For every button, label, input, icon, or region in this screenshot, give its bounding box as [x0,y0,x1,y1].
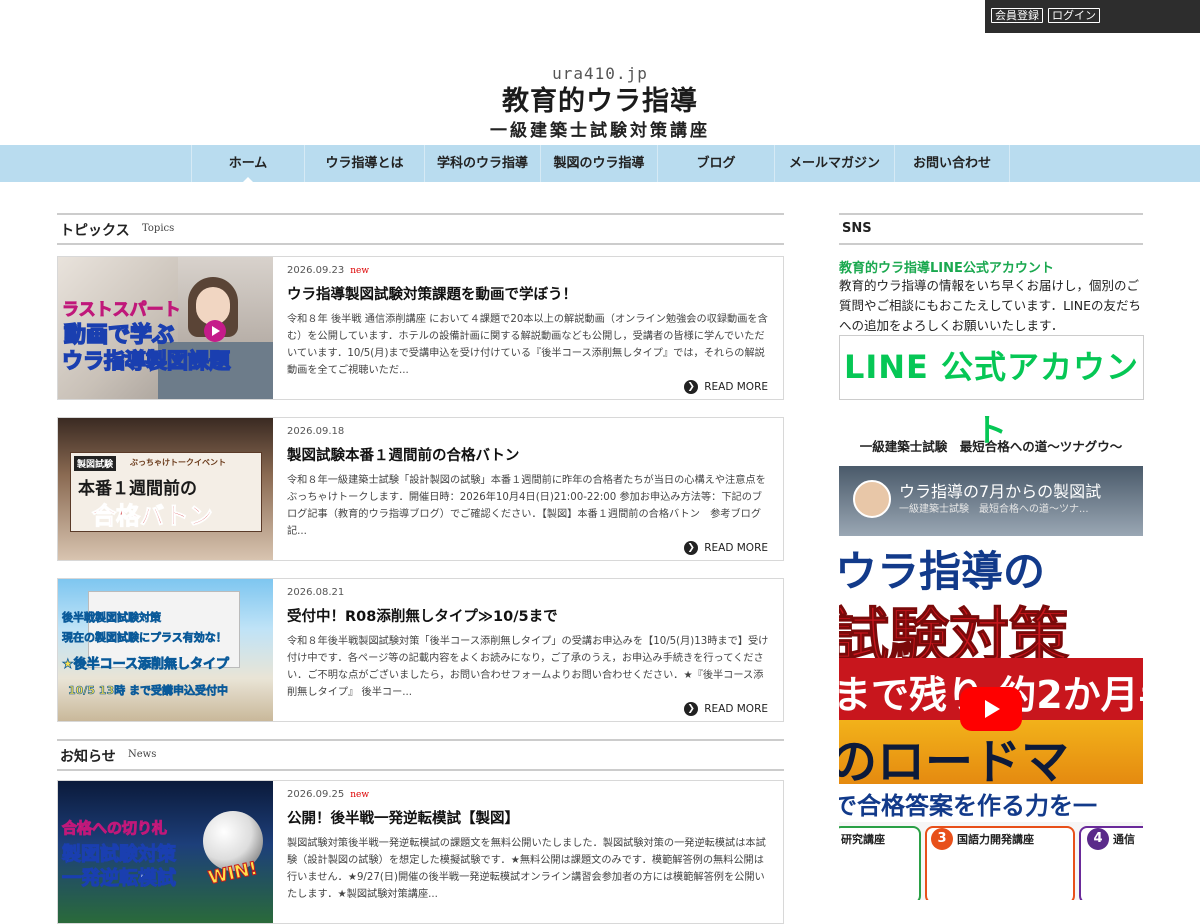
site-name: 教育的ウラ指導 [502,86,698,117]
new-badge: new [350,790,370,800]
arrow-right-icon: ❯ [684,541,699,555]
account-bar: 会員登録 ログイン [985,0,1200,33]
post-title[interactable]: ウラ指導製図試験対策課題を動画で学ぼう！ [287,283,772,304]
topics-heading: トピックス Topics [57,213,784,245]
nav-item-gakka[interactable]: 学科のウラ指導 [424,145,540,182]
nav-item-contact[interactable]: お問い合わせ [894,145,1010,182]
news-heading: お知らせ News [57,739,784,771]
post-excerpt: 令和８年 後半戦 通信添削講座 において４課題で20本以上の解説動画（オンライン… [287,314,768,376]
line-account-title[interactable]: 教育的ウラ指導LINE公式アカウント [839,257,1054,276]
thumb-caption: 一発逆転模試 [61,867,177,890]
nav-label: ホーム [228,156,268,171]
section-title: トピックス [60,223,130,239]
thumb-caption: 10/5 13時 まで受講申込受付中 [68,684,229,698]
step-number: 3 [931,828,953,850]
youtube-section-title: 一級建築士試験 最短合格への道〜ツナグウ〜 [859,439,1123,454]
nav-item-seizu[interactable]: 製図のウラ指導 [540,145,657,182]
read-more-link[interactable]: ❯ READ MORE [684,379,768,395]
post-excerpt: 製図試験対策後半戦一発逆転模試の課題文を無料公開いたしました．製図試験対策の一発… [287,838,766,900]
nav-label: 製図のウラ指導 [553,156,645,171]
video-caption: で合格答案を作る力を一 [839,792,1097,820]
section-title: お知らせ [60,749,116,765]
login-button[interactable]: ログイン [1048,8,1100,23]
topic-card[interactable]: 後半戦製図試験対策 現在の製図試験にプラス有効な！ ★後半コース添削無しタイプ … [57,578,784,722]
line-official-banner[interactable]: LINE 公式アカウント [839,335,1144,449]
nav-item-mailmag[interactable]: メールマガジン [774,145,894,182]
video-caption: 通信 [1113,833,1135,846]
step-number: 4 [1087,828,1109,850]
nav-label: メールマガジン [788,156,880,171]
post-excerpt: 令和８年一級建築士試験「設計製図の試験」本番１週間前に昨年の合格者たちが当日の心… [287,475,766,537]
thumb-caption: 製図試験 [74,456,117,471]
nav-item-home[interactable]: ホーム [191,145,304,183]
nav-label: お問い合わせ [912,156,991,171]
thumb-caption: 合格への切り札 [61,819,168,838]
arrow-right-icon: ❯ [684,380,699,394]
section-title: SNS [842,221,872,236]
article-thumbnail[interactable]: ラストスパート 動画で学ぶ ウラ指導製図課題 [58,257,273,399]
section-subtitle: Topics [142,223,175,234]
topic-card[interactable]: 製図試験 ぶっちゃけトークイベント 本番１週間前の 合格バトン 2026.09.… [57,417,784,561]
nav-label: ブログ [696,156,736,171]
channel-avatar[interactable] [853,480,891,518]
nav-label: ウラ指導とは [325,156,404,171]
register-button[interactable]: 会員登録 [991,8,1043,23]
video-title[interactable]: ウラ指導の7月からの製図試 [899,478,1101,502]
post-excerpt: 令和８年後半戦製図試験対策「後半コース添削無しタイプ」の受講お申込みを【10/5… [287,636,769,698]
article-thumbnail[interactable]: 合格への切り札 製図試験対策 一発逆転模試 WIN! [58,781,273,923]
site-subtitle: 一級建築士試験対策講座 [490,121,710,141]
post-title[interactable]: 受付中！R08添削無しタイプ≫10/5まで [287,605,772,626]
read-more-link[interactable]: ❯ READ MORE [684,540,768,556]
post-date: 2026.09.23 new [287,265,370,276]
news-card[interactable]: 合格への切り札 製図試験対策 一発逆転模試 WIN! 2026.09.25 new… [57,780,784,924]
video-caption: 国語力開発講座 [957,833,1034,846]
thumb-caption: 現在の製図試験にプラス有効な！ [62,631,227,645]
thumb-caption: ぶっちゃけトークイベント [130,458,226,467]
article-thumbnail[interactable]: 後半戦製図試験対策 現在の製図試験にプラス有効な！ ★後半コース添削無しタイプ … [58,579,273,721]
read-more-link[interactable]: ❯ READ MORE [684,701,768,717]
sns-heading: SNS [839,213,1143,245]
post-title[interactable]: 公開！後半戦一発逆転模試【製図】 [287,807,772,828]
line-account-description: 教育的ウラ指導の情報をいち早くお届けし，個別のご質問やご相談にもおこたえしていま… [839,278,1142,333]
thumb-caption: ウラ指導製図課題 [61,348,231,374]
video-caption: のロードマ [839,734,1070,790]
site-logo[interactable]: ura410.jp 教育的ウラ指導 一級建築士試験対策講座 [440,64,760,142]
thumb-caption: 製図試験対策 [61,843,177,866]
video-channel: 一級建築士試験 最短合格への道〜ツナ... [899,504,1089,515]
post-date: 2026.09.18 [287,426,345,437]
new-badge: new [350,266,370,276]
youtube-video-embed[interactable]: ウラ指導の7月からの製図試 一級建築士試験 最短合格への道〜ツナ... ウラ指導… [839,466,1143,900]
post-title[interactable]: 製図試験本番１週間前の合格バトン [287,444,772,465]
article-thumbnail[interactable]: 製図試験 ぶっちゃけトークイベント 本番１週間前の 合格バトン [58,418,273,560]
nav-item-about[interactable]: ウラ指導とは [304,145,424,182]
post-date: 2026.08.21 [287,587,345,598]
thumb-caption: 合格バトン [92,502,214,531]
active-indicator [242,177,254,183]
play-icon [204,320,226,342]
nav-item-blog[interactable]: ブログ [657,145,774,182]
thumb-caption: ★後半コース添削無しタイプ [62,657,230,673]
topic-card[interactable]: ラストスパート 動画で学ぶ ウラ指導製図課題 2026.09.23 new ウラ指… [57,256,784,400]
global-nav: ホーム ウラ指導とは 学科のウラ指導 製図のウラ指導 ブログ メールマガジン お… [0,145,1200,183]
arrow-right-icon: ❯ [684,702,699,716]
play-icon [985,700,1000,718]
section-subtitle: News [128,749,157,760]
youtube-play-button[interactable] [960,687,1022,731]
site-domain: ura410.jp [552,64,648,83]
video-caption: 研究講座 [841,833,885,846]
thumb-caption: 後半戦製図試験対策 [62,611,162,625]
post-date: 2026.09.25 new [287,789,370,800]
nav-label: 学科のウラ指導 [436,156,528,171]
